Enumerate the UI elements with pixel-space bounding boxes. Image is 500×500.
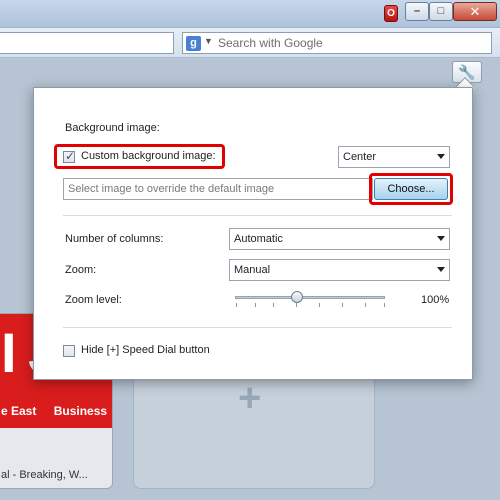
slider-tick (273, 303, 274, 307)
slider-tick (384, 303, 385, 307)
slider-tick (236, 303, 237, 307)
slider-tick (319, 303, 320, 307)
columns-select[interactable]: Automatic (229, 228, 450, 250)
tile-nav-item: e East (1, 404, 37, 418)
position-select-value: Center (343, 151, 377, 163)
plus-icon: + (238, 376, 262, 420)
choose-button[interactable]: Choose... (374, 178, 448, 200)
tile-caption: al - Breaking, W... (1, 469, 88, 481)
opera-icon[interactable]: O (384, 5, 398, 22)
tile-nav: e East Business (1, 404, 112, 418)
zoom-level-label: Zoom level: (65, 294, 122, 306)
chevron-down-icon (437, 267, 445, 272)
divider (63, 327, 452, 328)
columns-label: Number of columns: (65, 233, 164, 245)
minimize-button[interactable]: – (405, 2, 429, 21)
hide-speed-dial-label: Hide [+] Speed Dial button (81, 344, 210, 356)
slider-tick (342, 303, 343, 307)
columns-select-value: Automatic (234, 233, 283, 245)
zoom-label: Zoom: (65, 264, 97, 276)
tile-nav-item: Business (53, 404, 108, 418)
zoom-level-value: 100% (421, 294, 450, 306)
hide-speed-dial-checkbox[interactable] (63, 345, 75, 357)
close-icon: ✕ (469, 4, 481, 19)
search-field[interactable]: g ▼ Search with Google (182, 32, 492, 54)
custom-background-label: Custom background image: (81, 150, 216, 162)
image-path-placeholder: Select image to override the default ima… (68, 183, 275, 195)
chevron-down-icon (437, 236, 445, 241)
custom-background-checkbox[interactable] (63, 149, 75, 163)
minimize-icon: – (413, 5, 421, 17)
chevron-down-icon (437, 154, 445, 159)
zoom-slider-thumb[interactable] (290, 291, 303, 303)
maximize-button[interactable]: □ (429, 2, 453, 21)
toolbar: g ▼ Search with Google (0, 28, 500, 58)
maximize-icon: □ (437, 5, 445, 17)
slider-tick (365, 303, 366, 307)
close-button[interactable]: ✕ (453, 2, 497, 21)
search-placeholder: Search with Google (218, 36, 323, 50)
chevron-down-icon[interactable]: ▼ (204, 36, 213, 46)
address-field[interactable] (0, 32, 174, 54)
position-select[interactable]: Center (338, 146, 450, 168)
zoom-select-value: Manual (234, 264, 271, 276)
google-icon[interactable]: g (186, 36, 201, 51)
zoom-slider-track[interactable] (235, 296, 385, 299)
zoom-select[interactable]: Manual (229, 259, 450, 281)
image-path-input[interactable]: Select image to override the default ima… (63, 178, 373, 200)
slider-tick (255, 303, 256, 307)
title-bar: O – □ ✕ (0, 0, 500, 28)
slider-tick (296, 303, 297, 307)
divider (63, 215, 452, 216)
background-heading: Background image: (65, 122, 160, 134)
